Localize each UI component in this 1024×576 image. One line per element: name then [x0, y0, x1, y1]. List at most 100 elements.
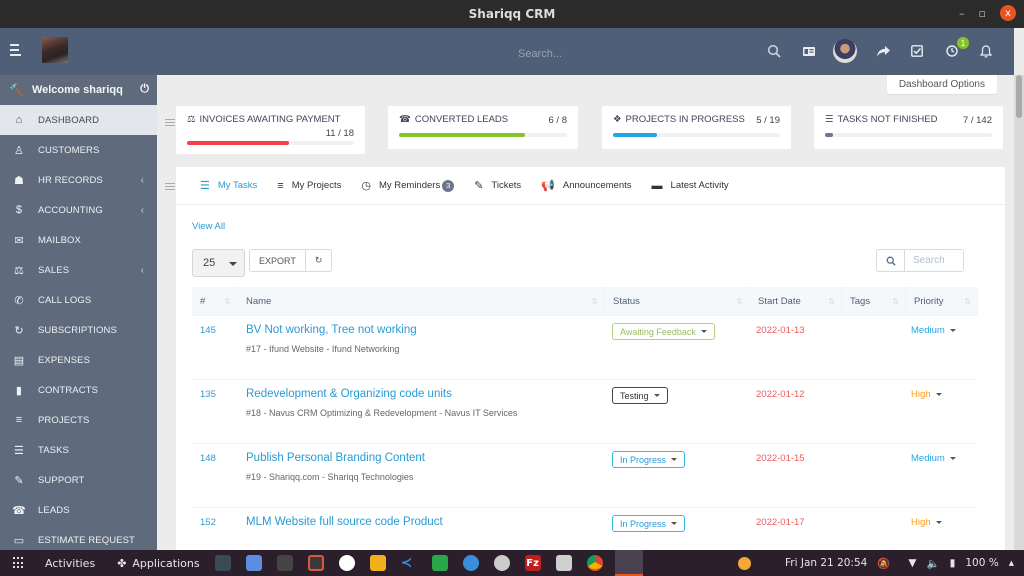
tray-menu-caret-icon[interactable]: ▴ — [1009, 557, 1014, 569]
check-square-icon[interactable] — [908, 42, 926, 60]
status-dropdown[interactable]: Awaiting Feedback — [612, 323, 715, 340]
terminal-app-icon[interactable] — [276, 555, 293, 571]
user-avatar[interactable] — [833, 39, 857, 63]
stats-drag-handle[interactable] — [165, 119, 175, 126]
search-icon[interactable] — [765, 42, 783, 60]
menu-toggle-icon[interactable] — [10, 44, 22, 56]
column-header-priority[interactable]: Priority ⇅ — [906, 287, 978, 315]
export-button[interactable]: EXPORT — [250, 250, 305, 271]
crm-app: 1 🔨 Welcome shariqq ⏻ ⌂ DASHBOARD ♙ CUSTOME… — [0, 28, 1024, 550]
sidebar-item-support[interactable]: ✎ SUPPORT — [0, 465, 157, 495]
logout-icon[interactable]: ⏻ — [140, 83, 149, 96]
screenshot-app-icon[interactable] — [245, 555, 262, 571]
tab-my-tasks[interactable]: ☰ My Tasks — [200, 179, 257, 192]
sidebar-item-projects[interactable]: ≡ PROJECTS — [0, 405, 157, 435]
sidebar-item-expenses[interactable]: ▤ EXPENSES — [0, 345, 157, 375]
volume-icon[interactable]: 🔈 — [927, 557, 940, 570]
sidebar-item-sales[interactable]: ⚖ SALES ‹ — [0, 255, 157, 285]
global-search-input[interactable] — [518, 48, 718, 60]
sidebar-item-call-logs[interactable]: ✆ CALL LOGS — [0, 285, 157, 315]
sort-icon: ⇅ — [736, 296, 743, 306]
reload-button[interactable]: ↻ — [304, 250, 332, 271]
clock-datetime[interactable]: Fri Jan 21 20:54 — [785, 557, 867, 569]
priority-dropdown[interactable]: High — [911, 389, 942, 400]
column-header-tags[interactable]: Tags ⇅ — [842, 287, 906, 315]
tab-my-projects[interactable]: ≡ My Projects — [277, 180, 341, 192]
page-scrollbar[interactable] — [1014, 75, 1024, 550]
panel-drag-handle[interactable] — [165, 183, 175, 190]
sidebar-item-mailbox[interactable]: ✉ MAILBOX — [0, 225, 157, 255]
close-button[interactable]: x — [1000, 5, 1016, 21]
stat-card-tasks-not-finished[interactable]: ☰ TASKS NOT FINISHED 7 / 142 — [814, 106, 1003, 149]
share-icon[interactable] — [874, 42, 892, 60]
table-search-input[interactable] — [905, 250, 963, 271]
task-name-link[interactable]: Publish Personal Branding Content — [246, 452, 425, 464]
priority-dropdown[interactable]: High — [911, 517, 942, 528]
column-header-name[interactable]: Name ⇅ — [238, 287, 605, 315]
sidebar-item-dashboard[interactable]: ⌂ DASHBOARD — [0, 105, 157, 135]
anydesk-app-icon[interactable] — [338, 555, 355, 571]
active-window-indicator[interactable] — [614, 550, 643, 576]
tab-latest-activity[interactable]: ▬ Latest Activity — [652, 180, 729, 192]
scrollbar-thumb[interactable] — [1016, 75, 1022, 118]
stat-card-converted-leads[interactable]: ☎ CONVERTED LEADS 6 / 8 — [388, 106, 578, 149]
minimize-button[interactable]: – — [959, 7, 965, 20]
task-id[interactable]: 135 — [200, 389, 216, 400]
sidebar-item-subscriptions[interactable]: ↻ SUBSCRIPTIONS — [0, 315, 157, 345]
disk-app-icon[interactable] — [493, 555, 510, 571]
chevron-left-icon[interactable]: ‹ — [141, 265, 144, 276]
page-length-select[interactable]: 25 — [192, 249, 245, 277]
sidebar-item-leads[interactable]: ☎ LEADS — [0, 495, 157, 525]
status-dropdown[interactable]: Testing — [612, 387, 668, 404]
window-app-icon[interactable] — [555, 555, 572, 571]
task-name-link[interactable]: MLM Website full source code Product — [246, 516, 443, 528]
priority-dropdown[interactable]: Medium — [911, 453, 956, 464]
view-all-link[interactable]: View All — [192, 221, 225, 232]
tray-app-icon[interactable] — [738, 556, 751, 570]
stat-card-invoices-awaiting-payment[interactable]: ⚖ INVOICES AWAITING PAYMENT 11 / 18 — [176, 106, 365, 154]
applications-button[interactable]: ✤ Applications — [117, 557, 199, 570]
stat-card-projects-in-progress[interactable]: ❖ PROJECTS IN PROGRESS 5 / 19 — [602, 106, 791, 149]
task-id[interactable]: 148 — [200, 453, 216, 464]
contact-card-icon[interactable] — [800, 42, 818, 60]
tab-tickets[interactable]: ✎ Tickets — [474, 179, 521, 192]
filezilla-app-icon[interactable]: Fz — [524, 555, 541, 571]
thunderbird-app-icon[interactable] — [462, 555, 479, 571]
wifi-icon[interactable]: ▼ — [908, 557, 916, 569]
maximize-button[interactable]: ▫ — [979, 7, 986, 20]
task-id[interactable]: 152 — [200, 517, 216, 528]
task-id[interactable]: 145 — [200, 325, 216, 336]
stat-progress-bar — [187, 141, 354, 145]
bell-icon[interactable] — [977, 42, 995, 60]
sidebar-item-hr-records[interactable]: ☗ HR RECORDS ‹ — [0, 165, 157, 195]
column-header-id[interactable]: # ⇅ — [192, 287, 238, 315]
tab-announcements[interactable]: 📢 Announcements — [541, 179, 631, 192]
status-dropdown[interactable]: In Progress — [612, 451, 686, 468]
company-logo[interactable] — [42, 37, 68, 63]
column-header-status[interactable]: Status ⇅ — [605, 287, 750, 315]
chevron-left-icon[interactable]: ‹ — [141, 175, 144, 186]
vscode-app-icon[interactable]: ≺ — [401, 555, 417, 571]
dashboard-options-button[interactable]: Dashboard Options — [886, 75, 997, 94]
priority-dropdown[interactable]: Medium — [911, 325, 956, 336]
notifications-muted-icon[interactable]: 🔕 — [877, 557, 890, 570]
chrome-app-icon[interactable] — [586, 555, 603, 571]
system-monitor-app-icon[interactable] — [214, 555, 231, 571]
chat-app-icon[interactable] — [431, 555, 448, 571]
status-dropdown[interactable]: In Progress — [612, 515, 686, 532]
tab-my-reminders[interactable]: ◷ My Reminders 3 — [361, 179, 455, 192]
activities-button[interactable]: Activities — [45, 557, 95, 570]
sidebar-item-estimate-request[interactable]: ▭ ESTIMATE REQUEST — [0, 525, 157, 550]
column-header-start-date[interactable]: Start Date ⇅ — [750, 287, 842, 315]
file-manager-app-icon[interactable] — [369, 555, 386, 571]
task-name-link[interactable]: BV Not working, Tree not working — [246, 324, 417, 336]
sidebar-item-customers[interactable]: ♙ CUSTOMERS — [0, 135, 157, 165]
figma-app-icon[interactable] — [307, 555, 324, 571]
chevron-left-icon[interactable]: ‹ — [141, 205, 144, 216]
sidebar-item-accounting[interactable]: $ ACCOUNTING ‹ — [0, 195, 157, 225]
app-grid-icon[interactable] — [13, 557, 25, 569]
battery-percent[interactable]: 100 % — [965, 557, 998, 569]
sidebar-item-contracts[interactable]: ▮ CONTRACTS — [0, 375, 157, 405]
task-name-link[interactable]: Redevelopment & Organizing code units — [246, 388, 452, 400]
sidebar-item-tasks[interactable]: ☰ TASKS — [0, 435, 157, 465]
